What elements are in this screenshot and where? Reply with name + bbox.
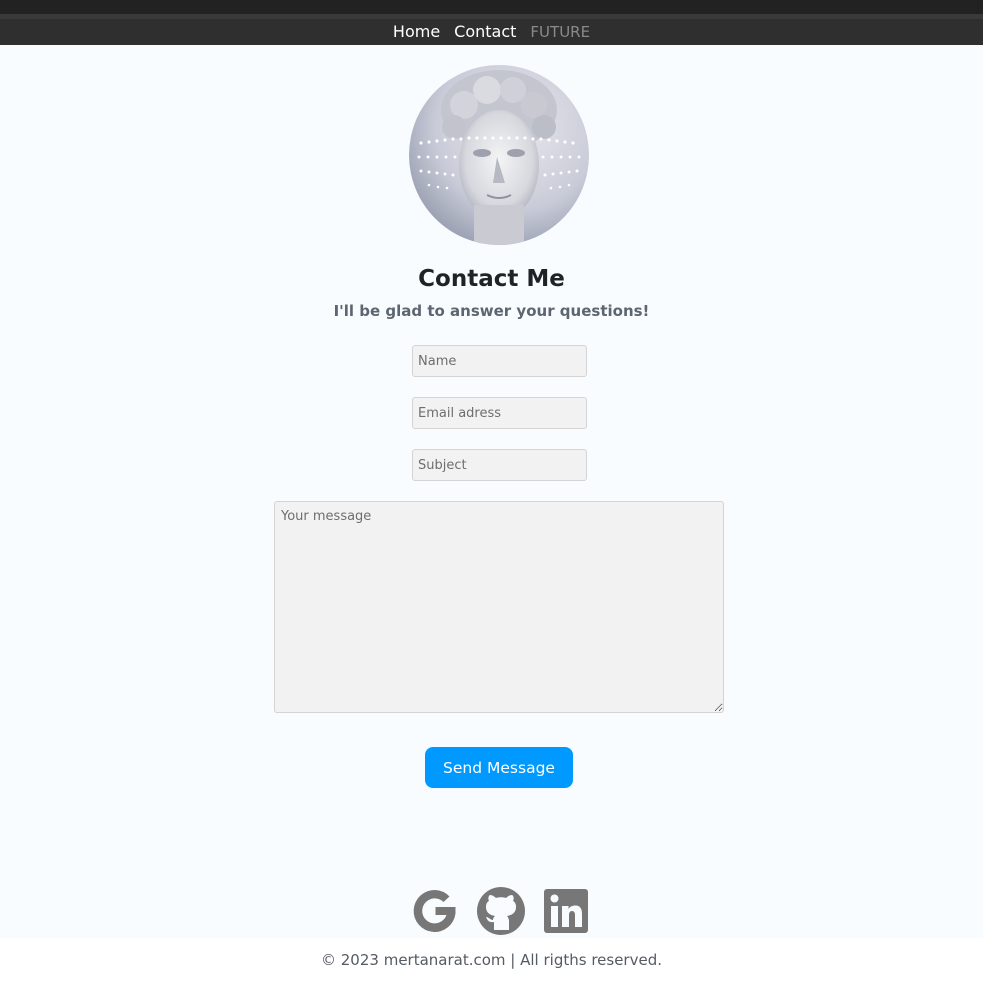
copyright-text: © 2023 mertanarat.com | All rigths reser… [321, 951, 662, 969]
google-icon[interactable] [410, 886, 460, 936]
email-input[interactable] [412, 397, 587, 429]
nav-contact-link[interactable]: Contact [453, 19, 517, 45]
message-textarea[interactable] [274, 501, 724, 713]
contact-title: Contact Me [418, 266, 565, 292]
contact-subtitle: I'll be glad to answer your questions! [333, 302, 650, 320]
profile-avatar [409, 65, 589, 245]
linkedin-icon[interactable] [541, 886, 591, 936]
browser-top-strip [0, 0, 983, 14]
nav-future-link[interactable]: FUTURE [529, 19, 591, 45]
footer: © 2023 mertanarat.com | All rigths reser… [0, 938, 983, 983]
name-input[interactable] [412, 345, 587, 377]
subject-input[interactable] [412, 449, 587, 481]
statue-portrait-image [409, 65, 589, 245]
github-icon[interactable] [476, 886, 526, 936]
send-message-button[interactable]: Send Message [425, 747, 573, 788]
nav-home-link[interactable]: Home [392, 19, 441, 45]
top-navbar: Home Contact FUTURE [0, 19, 983, 45]
